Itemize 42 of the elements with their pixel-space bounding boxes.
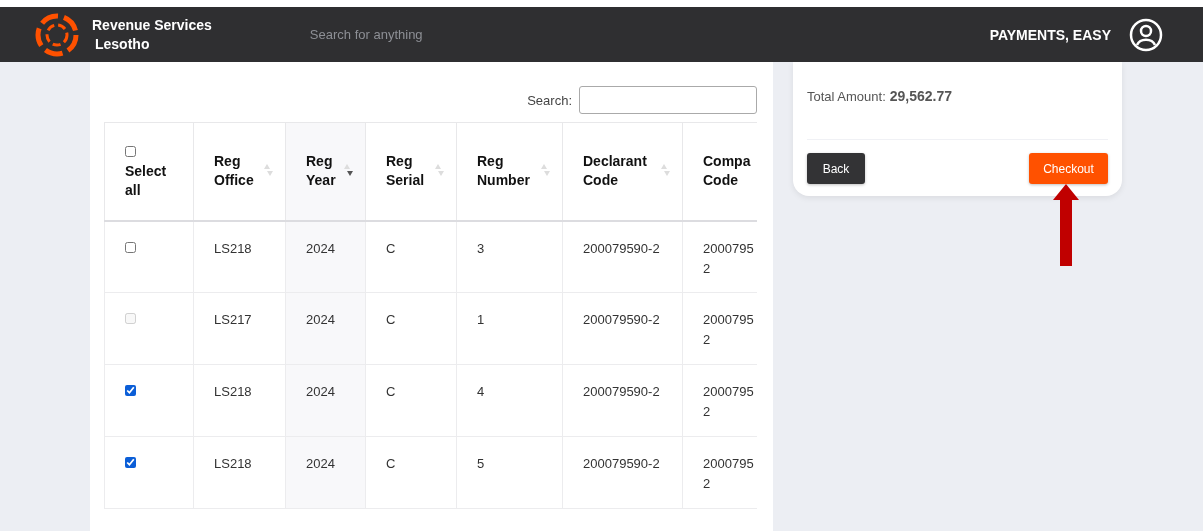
table-cell: 200079590-2 [562,220,683,293]
table-cell: 2024 [285,364,366,437]
table-cell: 2000795 2 [682,436,757,509]
sort-icon[interactable] [341,163,355,177]
table-cell: C [365,436,457,509]
table-cell: 2024 [285,436,366,509]
column-header: Select all [125,161,168,200]
user-avatar-icon[interactable] [1129,17,1163,52]
search-label: Search: [527,92,572,108]
brand-name: Revenue Services [92,15,212,35]
search-field[interactable]: Search for anything [307,26,612,43]
table-cell: LS218 [193,220,286,293]
table-cell: 2000795 2 [682,220,757,293]
table-cell: C [365,364,457,437]
table-search-field[interactable] [579,86,757,114]
table-cell: 200079590-2 [562,364,683,437]
tagline: PAYMENTS, EASY [989,26,1111,43]
table-cell: LS217 [193,292,286,365]
table-cell: 200079590-2 [562,436,683,509]
row-checkbox[interactable] [125,457,136,468]
table-cell: 2000795 2 [682,364,757,437]
total-label: Total Amount: [807,89,886,104]
table-cell: 5 [456,436,563,509]
row-checkbox[interactable] [125,385,136,396]
logo-icon [34,11,80,58]
select-all-checkbox[interactable] [125,145,136,157]
table-cell: 4 [456,364,563,437]
table-cell: LS218 [193,364,286,437]
table-cell: 3 [456,220,563,293]
brand-name: Lesotho [95,34,151,54]
row-checkbox[interactable] [125,241,136,253]
table-cell: 200079590-2 [562,292,683,365]
total-amount: 29,562.77 [889,88,953,104]
back-button[interactable]: Back [807,153,865,184]
table-cell: 2024 [285,220,366,293]
column-header[interactable]: Reg Year [306,152,345,191]
table-cell: C [365,292,457,365]
table-cell: 1 [456,292,563,365]
table-cell: C [365,220,457,293]
table-cell: LS218 [193,436,286,509]
table-cell: 2000795 2 [682,292,757,365]
table-cell: 2024 [285,292,366,365]
